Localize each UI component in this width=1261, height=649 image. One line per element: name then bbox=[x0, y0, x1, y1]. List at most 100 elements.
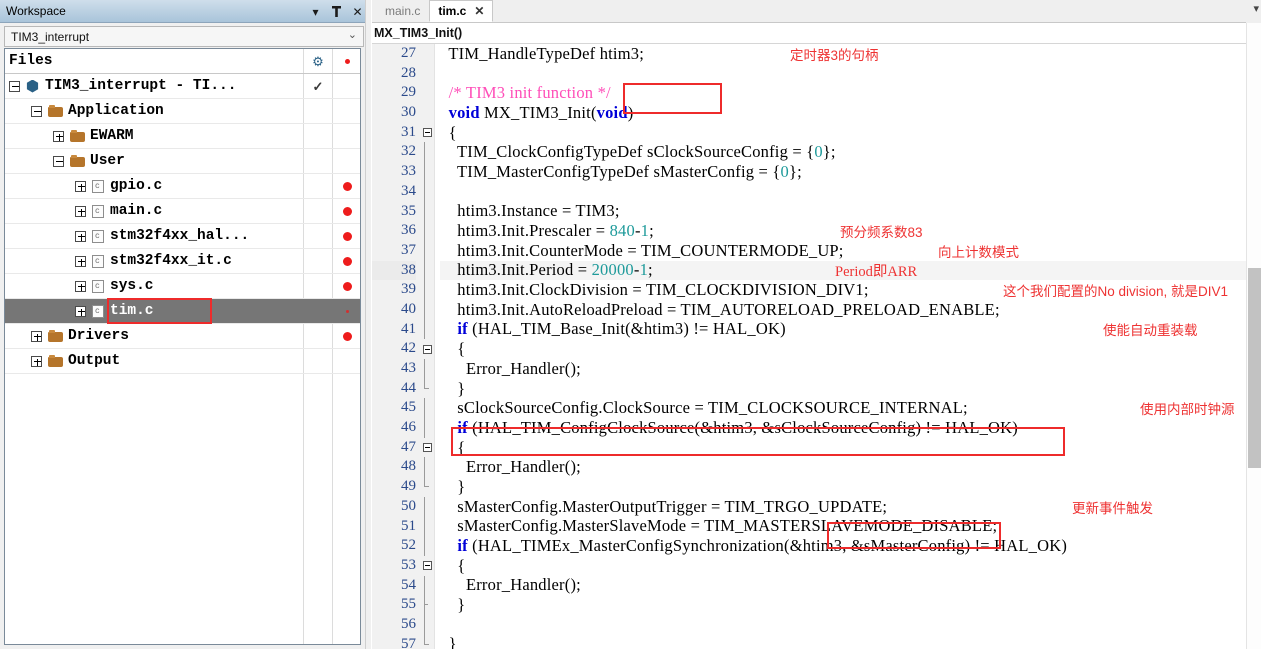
code-tokens: } bbox=[440, 634, 457, 649]
line-number: 53 bbox=[372, 555, 416, 576]
project-selector-wrap: TIM3_interrupt ⌄ bbox=[0, 23, 368, 50]
chevron-down-icon[interactable]: ▾ bbox=[1253, 4, 1259, 15]
tree-row-application[interactable]: Application bbox=[5, 99, 360, 124]
fold-cell[interactable] bbox=[420, 614, 434, 635]
pin-icon[interactable] bbox=[330, 4, 343, 19]
red-dot bbox=[346, 310, 349, 313]
fold-cell[interactable] bbox=[420, 221, 434, 241]
expand-icon[interactable] bbox=[75, 180, 86, 192]
expand-icon[interactable] bbox=[75, 255, 86, 267]
fold-collapse-icon[interactable] bbox=[422, 344, 432, 354]
ide-window: Workspace ▾ ✕ TIM3_interrupt ⌄ Files ⚙ TIM… bbox=[0, 0, 1261, 649]
code-tokens: { bbox=[440, 556, 465, 576]
token: if bbox=[457, 536, 468, 556]
code-annotation: 更新事件触发 bbox=[1072, 500, 1153, 516]
fold-cell[interactable] bbox=[420, 240, 434, 261]
collapse-icon[interactable] bbox=[31, 105, 42, 117]
fold-cell[interactable] bbox=[420, 299, 434, 320]
code-line: 35 htim3.Instance = TIM3; bbox=[372, 201, 1261, 222]
tree-row-ewarm[interactable]: EWARM bbox=[5, 124, 360, 149]
editor-vertical-scrollbar[interactable] bbox=[1246, 23, 1261, 649]
close-icon[interactable]: ✕ bbox=[351, 4, 364, 19]
tree-row-user[interactable]: User bbox=[5, 149, 360, 174]
fold-cell[interactable] bbox=[420, 260, 434, 281]
expand-icon[interactable] bbox=[75, 205, 86, 217]
code-tokens: Error_Handler(); bbox=[440, 359, 581, 379]
tab-main-c[interactable]: main.c bbox=[376, 0, 430, 22]
status-dot-icon bbox=[333, 199, 360, 224]
token: htim3.Init.Prescaler = bbox=[440, 221, 610, 241]
code-text: { bbox=[440, 438, 1261, 458]
code-line: 33 TIM_MasterConfigTypeDef sMasterConfig… bbox=[372, 162, 1261, 182]
fold-cell[interactable] bbox=[420, 418, 434, 438]
fold-collapse-icon[interactable] bbox=[422, 128, 432, 138]
code-line: 49 } bbox=[372, 477, 1261, 497]
tree-row-tim3-interrupt-ti[interactable]: TIM3_interrupt - TI... ✓ bbox=[5, 74, 360, 99]
panel-splitter[interactable] bbox=[365, 0, 371, 649]
fold-cell[interactable] bbox=[420, 201, 434, 222]
fold-collapse-icon[interactable] bbox=[422, 561, 432, 571]
expand-icon[interactable] bbox=[31, 355, 42, 367]
fold-cell[interactable] bbox=[420, 162, 434, 182]
fold-guide-line bbox=[424, 359, 425, 379]
fold-cell[interactable] bbox=[420, 142, 434, 163]
fold-cell[interactable] bbox=[420, 398, 434, 419]
fold-cell[interactable] bbox=[420, 319, 434, 340]
expand-icon[interactable] bbox=[75, 305, 86, 317]
fold-cell[interactable] bbox=[420, 103, 434, 123]
close-icon[interactable]: ✕ bbox=[474, 5, 484, 17]
tree-row-sys-c[interactable]: sys.c bbox=[5, 274, 360, 299]
gear-icon[interactable]: ⚙ bbox=[304, 49, 332, 74]
token: ; bbox=[649, 221, 654, 241]
fold-cell[interactable] bbox=[420, 44, 434, 64]
code-text: void MX_TIM3_Init(void) bbox=[440, 103, 1261, 123]
tab-tim-c[interactable]: tim.c ✕ bbox=[429, 0, 494, 22]
tree-row-drivers[interactable]: Drivers bbox=[5, 324, 360, 349]
code-tokens: /* TIM3 init function */ bbox=[440, 83, 611, 103]
tree-row-gpio-c[interactable]: gpio.c bbox=[5, 174, 360, 199]
fold-cell[interactable] bbox=[420, 83, 434, 104]
expand-icon[interactable] bbox=[31, 330, 42, 342]
tree-row-tim-c[interactable]: tim.c bbox=[5, 299, 360, 324]
project-selector[interactable]: TIM3_interrupt ⌄ bbox=[4, 26, 364, 47]
token: htim3.Instance = TIM3; bbox=[440, 201, 620, 221]
fold-cell[interactable] bbox=[420, 516, 434, 537]
collapse-icon[interactable] bbox=[53, 155, 64, 167]
expand-icon[interactable] bbox=[75, 280, 86, 292]
token: htim3.Init.Period = bbox=[440, 260, 592, 280]
fold-guide-line bbox=[424, 299, 425, 320]
token: MX_TIM3_Init( bbox=[479, 102, 597, 122]
fold-cell[interactable] bbox=[420, 457, 434, 478]
tab-label: tim.c bbox=[438, 4, 467, 18]
fold-collapse-icon[interactable] bbox=[422, 443, 432, 453]
fold-cell[interactable] bbox=[420, 280, 434, 300]
fold-cell[interactable] bbox=[420, 536, 434, 556]
file-tree[interactable]: Files ⚙ TIM3_interrupt - TI... ✓ Application… bbox=[4, 48, 361, 645]
fold-cell[interactable] bbox=[420, 63, 434, 84]
code-editor[interactable]: 27 TIM_HandleTypeDef htim3; 定时器3的句柄 28 29 /… bbox=[372, 44, 1261, 649]
code-tokens: } bbox=[440, 595, 465, 615]
tree-row-stm32f4xx-it-c[interactable]: stm32f4xx_it.c bbox=[5, 249, 360, 274]
c-source-file-icon bbox=[92, 304, 104, 318]
fold-cell[interactable] bbox=[420, 339, 434, 359]
fold-cell[interactable] bbox=[420, 359, 434, 379]
fold-cell[interactable] bbox=[420, 555, 434, 576]
code-tokens: htim3.Instance = TIM3; bbox=[440, 201, 620, 221]
fold-cell[interactable] bbox=[420, 122, 434, 143]
tree-row-stm32f4xx-hal[interactable]: stm32f4xx_hal... bbox=[5, 224, 360, 249]
fold-cell[interactable] bbox=[420, 181, 434, 202]
scrollbar-thumb[interactable] bbox=[1248, 268, 1261, 468]
expand-icon[interactable] bbox=[53, 130, 64, 142]
code-text: { bbox=[440, 556, 1261, 576]
fold-cell[interactable] bbox=[420, 634, 434, 649]
fold-cell[interactable] bbox=[420, 437, 434, 458]
tree-row-output[interactable]: Output bbox=[5, 349, 360, 374]
code-text: htim3.Init.ClockDivision = TIM_CLOCKDIVI… bbox=[440, 280, 1261, 300]
fold-cell[interactable] bbox=[420, 496, 434, 517]
collapse-icon[interactable] bbox=[9, 80, 20, 92]
expand-icon[interactable] bbox=[75, 230, 86, 242]
tree-row-main-c[interactable]: main.c bbox=[5, 199, 360, 224]
fold-cell[interactable] bbox=[420, 575, 434, 596]
code-text: htim3.Init.CounterMode = TIM_COUNTERMODE… bbox=[440, 241, 1261, 261]
dropdown-icon[interactable]: ▾ bbox=[309, 4, 322, 19]
